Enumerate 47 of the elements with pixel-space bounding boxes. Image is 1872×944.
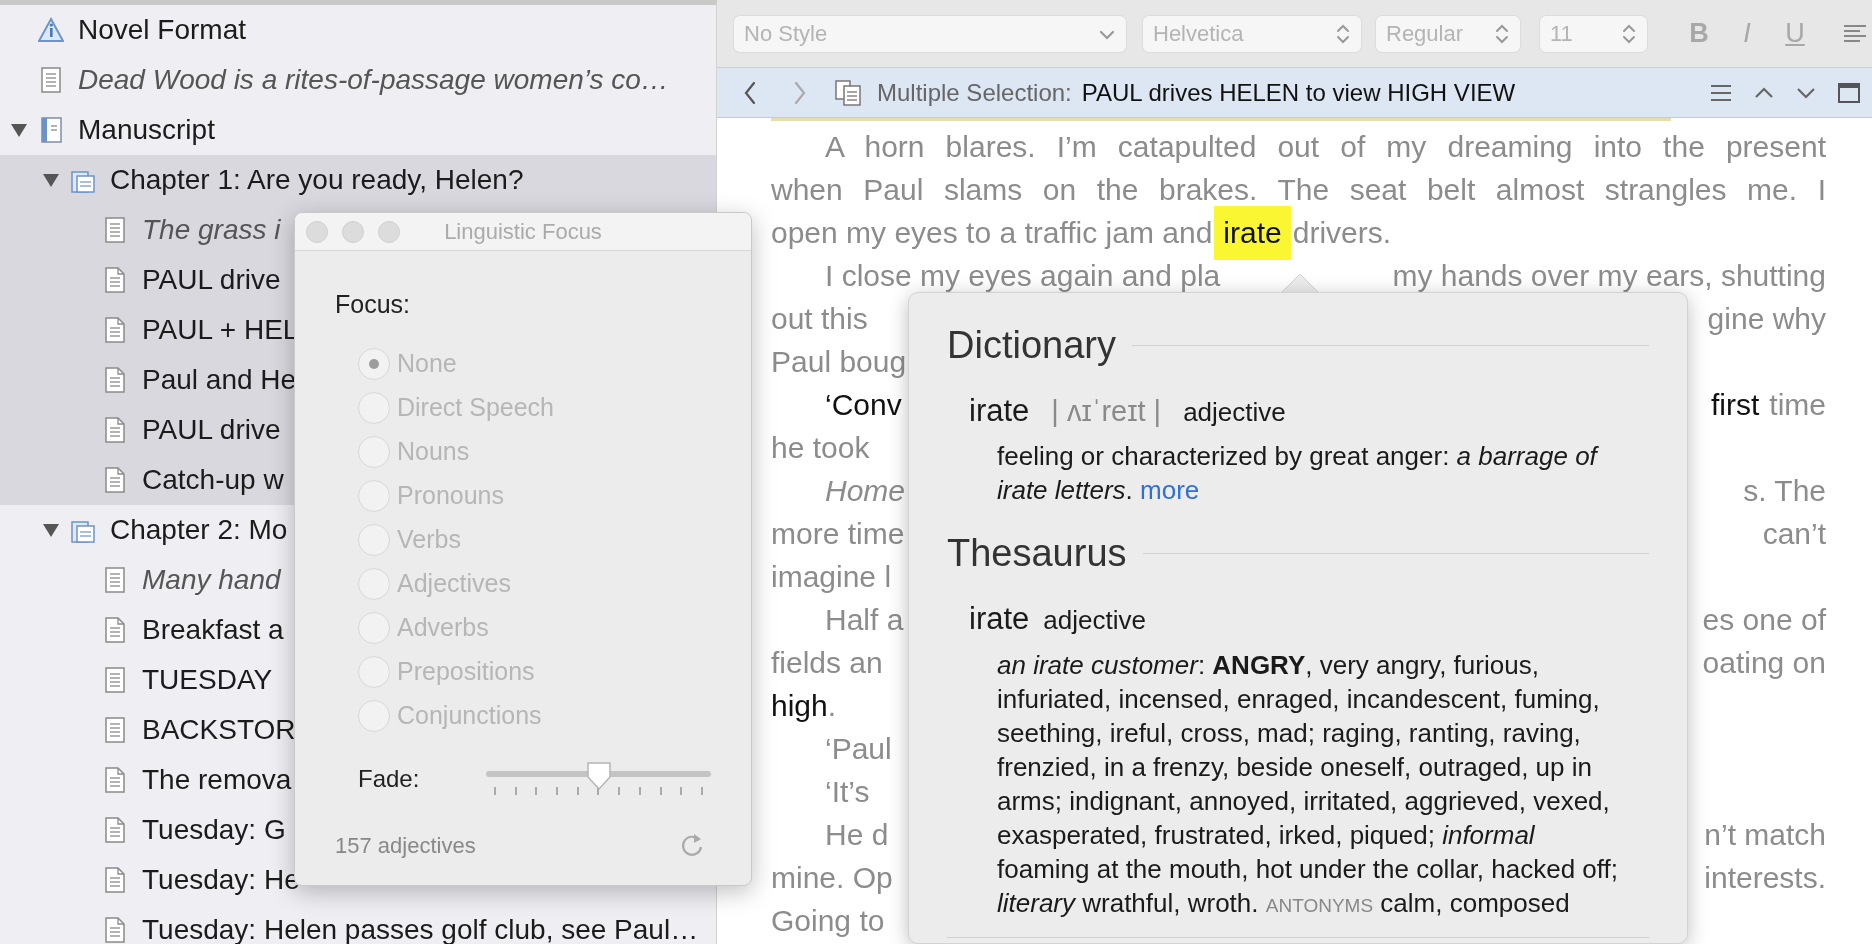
body-text: He d — [825, 817, 889, 853]
body-text: fields an — [771, 645, 883, 681]
body-text: high — [771, 688, 828, 724]
body-text: s. The — [1743, 473, 1826, 509]
body-text: when Paul slams on the brakes. The seat belt almost strangles me. I — [771, 172, 1826, 208]
body-text: n’t match — [1704, 817, 1826, 853]
fade-label: Fade: — [358, 764, 421, 794]
count-label: 157 adjectives — [335, 831, 476, 860]
body-text: imagine l — [771, 559, 892, 595]
synonyms-text: an irate customer: ANGRY, very angry, furious, infuriated, incensed, enraged, incandescent, fuming, seething, ireful, cross, mad; raging, ranting, raving, frenzied, in a frenzy, beside oneself, outraged, up in arms; indignant, annoyed, irritated, aggrieved, vexed, exasperated, frustrated, irked, piqued; informal foaming at the mouth, hot under the collar, hacked off; literary wrathful, wroth. ANTONYMS calm, composed — [996, 649, 1620, 920]
highlighted-word: irate — [1214, 205, 1291, 260]
definition-text: feeling or characterized by great anger: a barrage of irate letters. more — [996, 439, 1600, 507]
body-text: he took — [771, 430, 870, 466]
body-text: ‘Paul — [825, 731, 892, 767]
body-text: gine why — [1707, 301, 1826, 337]
section-heading: Dictionary — [947, 323, 1116, 368]
body-text: oating on — [1702, 645, 1826, 681]
panel-title: Linguistic Focus — [444, 219, 602, 244]
body-text: ‘It’s — [825, 774, 870, 810]
pronunciation: | ʌɪˈreɪt | — [1051, 394, 1162, 429]
part-of-speech: adjective — [1043, 603, 1146, 637]
body-text: can’t — [1762, 516, 1826, 552]
focus-label: Focus: — [335, 289, 412, 320]
body-text: mine. Op — [771, 860, 893, 896]
headword: irate — [969, 599, 1030, 638]
body-text: Going to — [771, 903, 885, 939]
body-text: more time — [771, 516, 905, 552]
document-title: PAUL drives HELEN to view HIGH VIEW — [1081, 77, 1516, 108]
part-of-speech: adjective — [1183, 396, 1286, 429]
body-text: interests. — [1704, 860, 1826, 896]
headword: irate — [969, 392, 1030, 430]
selection-label: Multiple Selection: — [877, 77, 1072, 108]
body-text: drivers. — [1292, 215, 1392, 251]
body-text: open my eyes to a traffic jam and — [771, 215, 1213, 251]
body-text: ‘Conv — [825, 387, 902, 423]
body-text: first — [1711, 387, 1760, 423]
body-text: out this — [771, 301, 868, 337]
body-text: es one of — [1702, 602, 1826, 638]
body-text: I close my eyes again and pla — [825, 258, 1221, 294]
body-text: my hands over my ears, shutting — [1392, 258, 1826, 294]
body-text: Paul boug — [771, 344, 907, 380]
body-text: Home — [825, 473, 906, 509]
body-text: Half a — [825, 602, 904, 638]
body-text: time — [1769, 387, 1826, 423]
body-text: . — [827, 688, 837, 724]
body-text: A horn blares. I’m catapulted out of my dreaming into the present — [825, 129, 1826, 165]
section-heading: Thesaurus — [947, 530, 1127, 576]
